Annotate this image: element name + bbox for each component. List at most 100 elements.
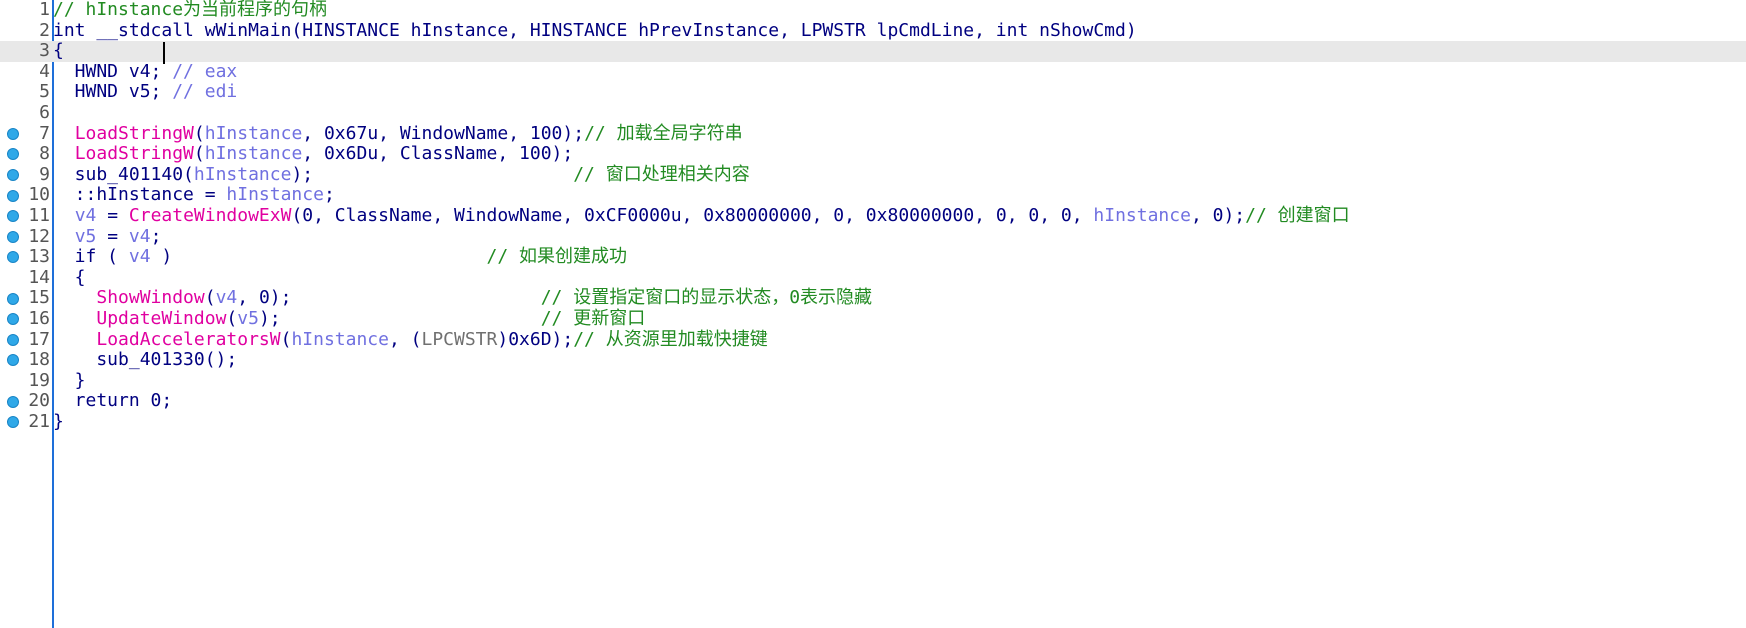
code-token: LoadAcceleratorsW <box>96 328 281 350</box>
code-token: LoadStringW <box>74 122 194 144</box>
breakpoint-icon[interactable] <box>7 313 19 326</box>
code-token: hInstance <box>204 122 303 144</box>
code-token: { <box>53 40 64 62</box>
line-number: 15 <box>28 287 50 309</box>
line-number: 20 <box>28 390 50 412</box>
code-line[interactable]: 3{ <box>0 40 1746 65</box>
code-token: ) <box>150 246 487 268</box>
breakpoint-icon[interactable] <box>7 251 19 264</box>
breakpoint-icon[interactable] <box>7 230 19 243</box>
breakpoint-icon[interactable] <box>7 210 19 223</box>
breakpoint-icon[interactable] <box>7 148 19 161</box>
line-number: 11 <box>28 205 50 226</box>
code-token: v4 <box>128 225 151 247</box>
line-text: v5 = v4; <box>53 225 162 248</box>
code-line[interactable]: 19 } <box>0 369 1746 392</box>
code-editor[interactable]: 1// hInstance为当前程序的句柄 2 int __stdcall wWin… <box>0 0 1746 628</box>
code-line[interactable]: 13 if ( v4 ) // 如果创建成功 <box>0 246 1746 268</box>
line-text: int __stdcall wWinMain(HINSTANCE hInstan… <box>53 20 1137 42</box>
code-line[interactable]: 16 UpdateWindow(v5); // 更新窗口 <box>0 308 1746 330</box>
code-token: // hInstance为当前程序的句柄 <box>53 0 328 20</box>
line-text: if ( v4 ) // 如果创建成功 <box>53 246 628 268</box>
code-line[interactable]: 6 <box>0 102 1746 124</box>
code-line[interactable]: 15 ShowWindow(v4, 0); // 设置指定窗口的显示状态，0表示… <box>0 288 1746 309</box>
breakpoint-icon[interactable] <box>7 416 19 429</box>
line-number: 2 <box>39 19 50 41</box>
code-line[interactable]: 12 v5 = v4; <box>0 225 1746 248</box>
code-token: // 更新窗口 <box>540 308 646 329</box>
code-line[interactable]: 21} <box>0 411 1746 433</box>
code-token: HWND v5; <box>53 81 173 103</box>
breakpoint-icon[interactable] <box>7 169 19 182</box>
line-text: } <box>53 369 86 392</box>
line-number: 16 <box>28 308 50 329</box>
code-token: } <box>53 411 64 432</box>
code-line[interactable]: 18 sub_401330(); <box>0 349 1746 371</box>
line-text: HWND v4; // eax <box>53 61 238 83</box>
breakpoint-icon[interactable] <box>7 354 19 367</box>
code-line[interactable]: 14 { <box>0 266 1746 289</box>
code-token: // 窗口处理相关内容 <box>573 163 750 185</box>
code-token: , 0); <box>237 287 541 309</box>
code-line[interactable]: 2 int __stdcall wWinMain(HINSTANCE hInsta… <box>0 19 1746 42</box>
code-token: ( <box>226 308 238 329</box>
line-number: 5 <box>39 81 50 103</box>
code-token: = <box>96 205 129 226</box>
code-token: hInstance <box>193 163 292 185</box>
code-line[interactable]: 7 LoadStringW(hInstance, 0x67u, WindowNa… <box>0 122 1746 145</box>
code-token: // 设置指定窗口的显示状态，0表示隐藏 <box>540 287 873 309</box>
code-token: ; <box>150 225 162 247</box>
breakpoint-icon[interactable] <box>7 395 19 408</box>
code-line[interactable]: 5 HWND v5; // edi <box>0 82 1746 103</box>
code-line[interactable]: 20 return 0; <box>0 391 1746 412</box>
code-token: CreateWindowExW <box>128 205 292 226</box>
code-token: ); <box>291 163 574 185</box>
breakpoint-icon[interactable] <box>7 333 19 346</box>
code-token: ( <box>280 328 292 350</box>
code-token: hInstance <box>1093 205 1191 226</box>
code-token: // 加载全局字符串 <box>584 122 743 144</box>
code-line[interactable]: 11 v4 = CreateWindowExW(0, ClassName, Wi… <box>0 205 1746 227</box>
code-token: // 如果创建成功 <box>486 246 628 268</box>
code-token: sub_401140( <box>53 163 194 185</box>
code-line[interactable]: 8 LoadStringW(hInstance, 0x6Du, ClassNam… <box>0 143 1746 165</box>
line-number: 7 <box>39 122 50 144</box>
code-token: ShowWindow <box>96 287 205 309</box>
code-token: // 从资源里加载快捷键 <box>573 328 768 350</box>
code-token: UpdateWindow <box>96 308 227 329</box>
code-token: v5 <box>237 308 259 329</box>
code-token: sub_401330(); <box>53 349 238 371</box>
breakpoint-icon[interactable] <box>7 292 19 305</box>
line-number: 9 <box>39 163 50 185</box>
code-token: (0, ClassName, WindowName, 0xCF0000u, 0x… <box>291 205 1094 226</box>
code-line[interactable]: 4 HWND v4; // eax <box>0 61 1746 83</box>
line-text: v4 = CreateWindowExW(0, ClassName, Windo… <box>53 205 1350 227</box>
line-text: HWND v5; // edi <box>53 81 238 103</box>
code-token: if ( <box>53 246 129 268</box>
line-number: 12 <box>28 225 50 247</box>
code-line[interactable]: 9 sub_401140(hInstance); // 窗口处理相关内容 <box>0 163 1746 186</box>
code-line[interactable]: 1// hInstance为当前程序的句柄 <box>0 0 1746 21</box>
line-number: 3 <box>39 40 50 62</box>
line-number: 10 <box>28 184 50 206</box>
breakpoint-icon[interactable] <box>7 189 19 202</box>
breakpoint-icon[interactable] <box>7 127 19 140</box>
code-token: ; <box>323 184 335 206</box>
line-number: 1 <box>39 0 50 20</box>
code-token: v4 <box>215 287 238 309</box>
line-text: { <box>53 40 64 62</box>
code-token: LPCWSTR <box>421 328 498 350</box>
code-token: v4 <box>74 205 97 226</box>
line-number: 14 <box>28 266 50 288</box>
code-token: // edi <box>172 81 238 103</box>
line-number: 13 <box>28 246 50 268</box>
code-line[interactable]: 17 LoadAcceleratorsW(hInstance, (LPCWSTR… <box>0 328 1746 351</box>
code-line[interactable]: 10 ::hInstance = hInstance; <box>0 185 1746 206</box>
line-number: 8 <box>39 143 50 165</box>
line-text: sub_401140(hInstance); // 窗口处理相关内容 <box>53 163 750 186</box>
code-token: } <box>53 369 86 391</box>
